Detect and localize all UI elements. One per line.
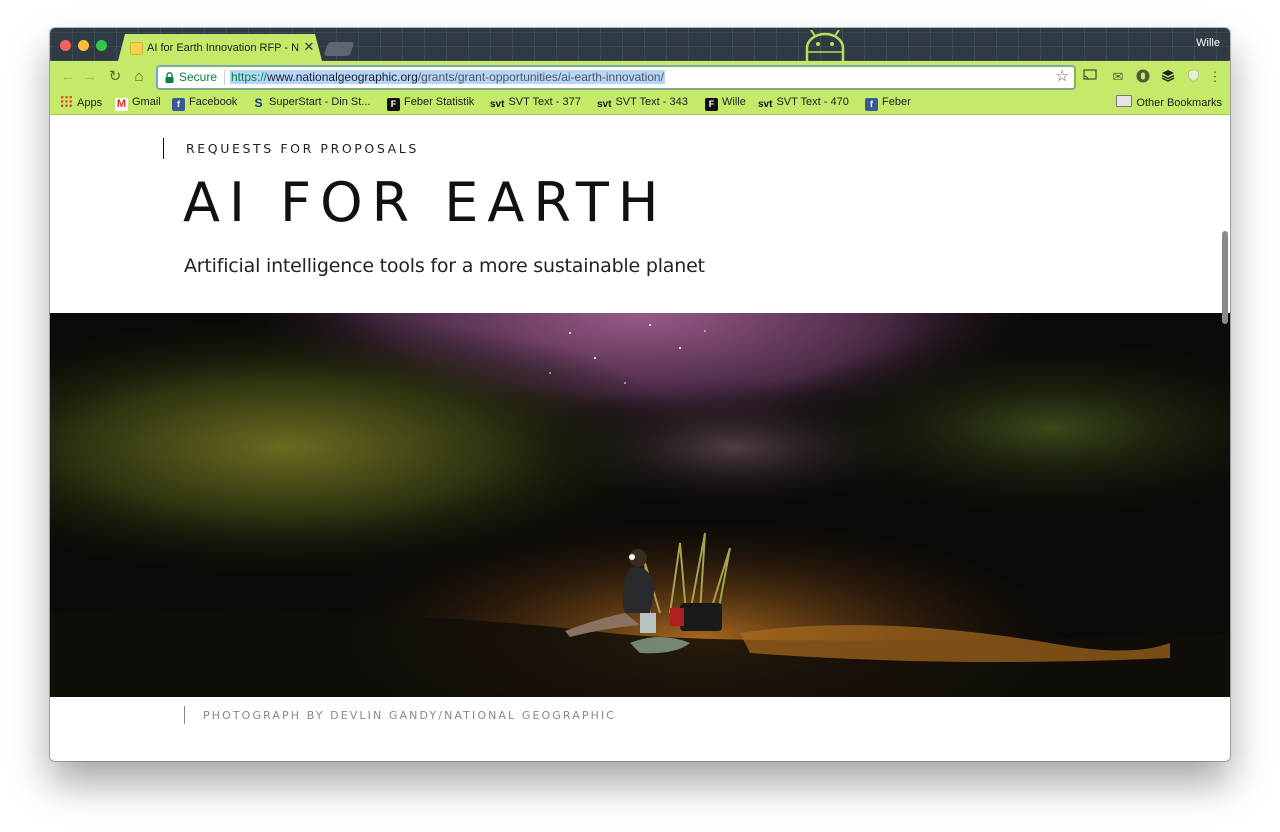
svt-icon: svt xyxy=(597,99,612,110)
bookmark-superstart[interactable]: S SuperStart - Din St... xyxy=(252,95,370,110)
superstart-icon: S xyxy=(254,96,263,110)
bookmark-facebook[interactable]: f Facebook xyxy=(172,95,238,111)
back-arrow-icon[interactable]: ← xyxy=(59,68,77,86)
other-bookmarks-label: Other Bookmarks xyxy=(1136,97,1222,109)
menu-kebab-icon[interactable]: ⋮ xyxy=(1207,69,1223,85)
url-path: /grants/grant-opportunities/ai-earth-inn… xyxy=(417,70,664,84)
bookmarks-bar: Apps M Gmail f Facebook S SuperStart - Din … xyxy=(50,92,1230,115)
tab-title: AI for Earth Innovation RFP - N xyxy=(147,42,299,54)
bookmark-wille[interactable]: F Wille xyxy=(705,95,746,111)
url-host: www.nationalgeographic.org xyxy=(267,70,418,84)
folder-icon xyxy=(1116,95,1133,107)
mail-extension-icon[interactable]: ✉ xyxy=(1110,69,1126,85)
android-theme-icon xyxy=(805,30,845,61)
cast-icon[interactable] xyxy=(1082,69,1098,85)
lock-icon xyxy=(165,72,174,83)
window-close-button[interactable] xyxy=(60,40,71,51)
caption-rule xyxy=(184,706,185,724)
page-scrollbar[interactable] xyxy=(1222,231,1228,324)
bookmark-feber[interactable]: f Feber xyxy=(865,95,911,111)
bookmark-feber-statistik[interactable]: F Feber Statistik xyxy=(387,95,475,111)
url-scheme: https:// xyxy=(231,70,268,84)
apps-grid-icon xyxy=(60,95,73,108)
hero-photo xyxy=(50,313,1230,697)
bookmark-label: Feber Statistik xyxy=(404,96,475,108)
bookmark-apps[interactable]: Apps xyxy=(60,95,102,110)
active-tab[interactable]: AI for Earth Innovation RFP - N ✕ xyxy=(118,34,322,61)
facebook-icon: f xyxy=(865,98,878,111)
page-subtitle: Artificial intelligence tools for a more… xyxy=(184,255,705,277)
url-text[interactable]: https://www.nationalgeographic.org/grant… xyxy=(230,70,665,84)
bookmark-svt-343[interactable]: svt SVT Text - 343 xyxy=(597,95,688,110)
gmail-icon: M xyxy=(115,98,128,111)
forward-arrow-icon[interactable]: → xyxy=(81,68,99,86)
eyebrow-label: REQUESTS FOR PROPOSALS xyxy=(186,141,419,156)
bookmark-label: Apps xyxy=(77,97,103,109)
profile-button[interactable]: Wille xyxy=(1194,37,1222,52)
tab-strip: AI for Earth Innovation RFP - N ✕ Wille xyxy=(50,28,1230,61)
tab-favicon-icon xyxy=(130,42,143,55)
home-icon[interactable]: ⌂ xyxy=(130,68,148,86)
bookmark-label: Facebook xyxy=(189,96,238,108)
browser-toolbar: ← → ↻ ⌂ Secure https://www.nationalgeogr… xyxy=(50,61,1230,92)
address-bar[interactable]: Secure https://www.nationalgeographic.or… xyxy=(157,66,1075,89)
bookmark-label: Gmail xyxy=(132,96,161,108)
feber-icon: F xyxy=(705,98,718,111)
web-page: REQUESTS FOR PROPOSALS AI FOR EARTH Arti… xyxy=(50,115,1230,761)
svt-icon: svt xyxy=(490,99,505,110)
photo-credit: PHOTOGRAPH BY DEVLIN GANDY/NATIONAL GEOG… xyxy=(203,709,617,722)
window-maximize-button[interactable] xyxy=(96,40,107,51)
shield-extension-icon[interactable] xyxy=(1185,69,1201,85)
bookmark-svt-470[interactable]: svt SVT Text - 470 xyxy=(758,95,849,110)
bookmark-label: SuperStart - Din St... xyxy=(269,96,371,108)
facebook-icon: f xyxy=(172,98,185,111)
bookmark-gmail[interactable]: M Gmail xyxy=(115,95,161,111)
reload-icon[interactable]: ↻ xyxy=(106,68,124,86)
bookmark-label: SVT Text - 470 xyxy=(776,96,849,108)
page-title: AI FOR EARTH xyxy=(183,171,668,234)
omnibox-separator xyxy=(224,70,225,85)
eyebrow-rule xyxy=(163,138,164,159)
window-minimize-button[interactable] xyxy=(78,40,89,51)
feber-icon: F xyxy=(387,98,400,111)
browser-window: AI for Earth Innovation RFP - N ✕ Wille … xyxy=(50,28,1230,761)
bookmark-label: Wille xyxy=(722,96,746,108)
bookmark-label: SVT Text - 343 xyxy=(615,96,688,108)
d-extension-icon[interactable] xyxy=(1135,69,1151,85)
layers-extension-icon[interactable] xyxy=(1160,69,1176,85)
bookmark-label: SVT Text - 377 xyxy=(508,96,581,108)
bookmark-star-icon[interactable]: ☆ xyxy=(1056,69,1069,85)
bookmark-label: Feber xyxy=(882,96,911,108)
new-tab-button[interactable] xyxy=(323,42,355,56)
bookmark-svt-377[interactable]: svt SVT Text - 377 xyxy=(490,95,581,110)
other-bookmarks[interactable]: Other Bookmarks xyxy=(1116,95,1222,110)
svt-icon: svt xyxy=(758,99,773,110)
tab-close-icon[interactable]: ✕ xyxy=(302,40,316,54)
secure-label: Secure xyxy=(179,70,218,84)
